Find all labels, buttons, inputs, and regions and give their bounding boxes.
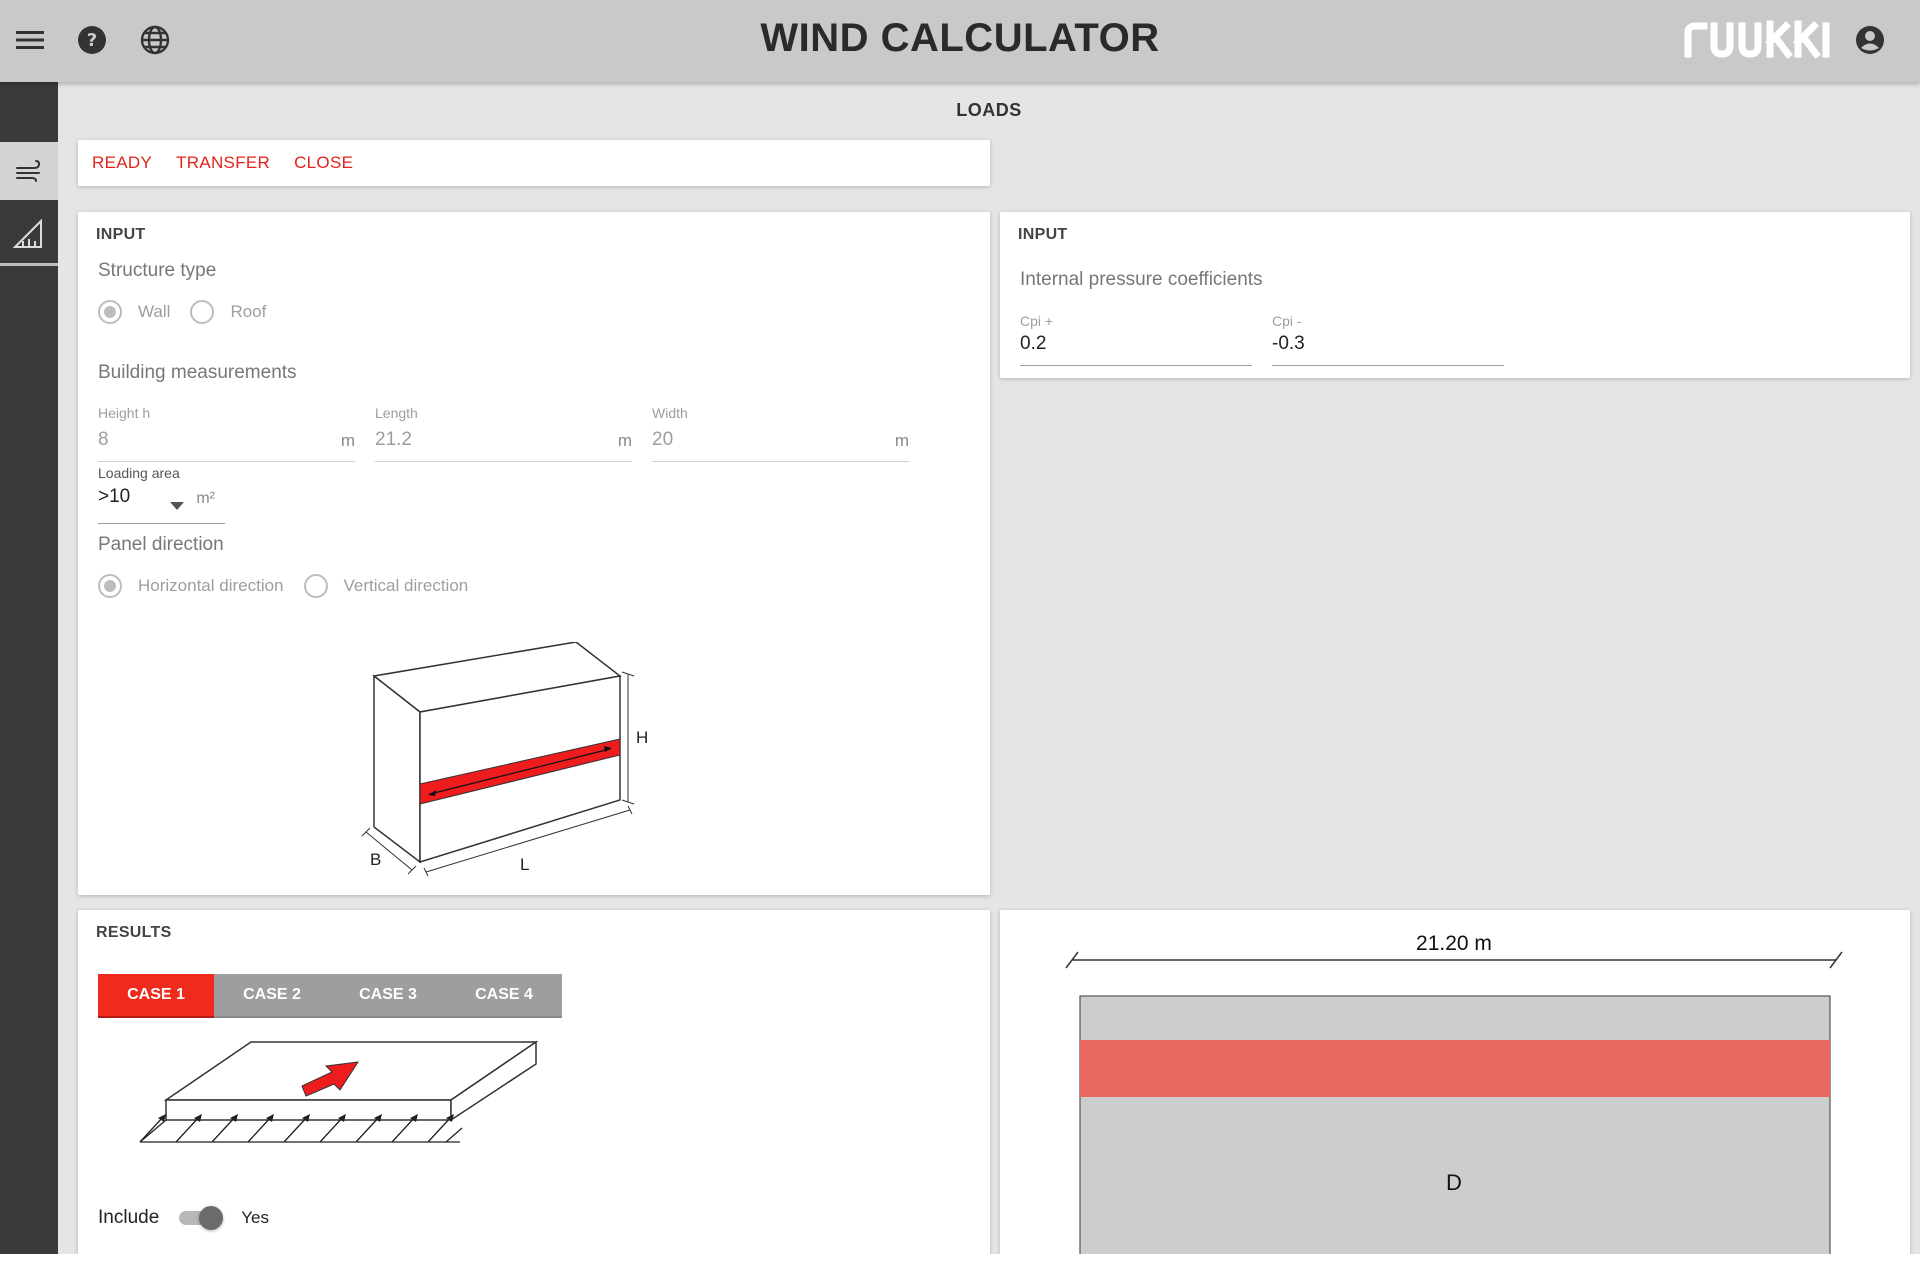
input-card-right: INPUT Internal pressure coefficients Cpi… bbox=[1000, 212, 1910, 378]
cpi-minus-value: -0.3 bbox=[1272, 333, 1305, 354]
zone-rect bbox=[1079, 995, 1831, 1254]
loading-area-value: >10 bbox=[98, 486, 131, 507]
sidebar-item-measure[interactable] bbox=[0, 205, 58, 263]
height-value: 8 bbox=[98, 429, 109, 450]
building-measurements-label: Building measurements bbox=[98, 362, 297, 383]
height-unit: m bbox=[340, 431, 355, 450]
length-field[interactable]: Length 21.2 m bbox=[375, 405, 632, 463]
case-tabs: CASE 1 CASE 2 CASE 3 CASE 4 bbox=[98, 974, 562, 1018]
length-label: Length bbox=[375, 405, 418, 421]
close-button[interactable]: CLOSE bbox=[294, 153, 353, 173]
ready-button[interactable]: READY bbox=[92, 153, 152, 173]
panel-direction-group: Horizontal direction Vertical direction bbox=[98, 574, 488, 598]
tab-case-4[interactable]: CASE 4 bbox=[446, 974, 562, 1018]
internal-pressure-label: Internal pressure coefficients bbox=[1020, 269, 1263, 290]
length-value: 21.2 bbox=[375, 429, 412, 450]
include-label: Include bbox=[98, 1207, 160, 1228]
height-field[interactable]: Height h 8 m bbox=[98, 405, 355, 463]
include-toggle-row: Include Yes bbox=[98, 1206, 269, 1230]
cpi-plus-field[interactable]: Cpi + 0.2 bbox=[1020, 313, 1252, 371]
app-title: WIND CALCULATOR bbox=[760, 16, 1160, 60]
structure-type-group: Wall Roof bbox=[98, 300, 286, 324]
width-label: Width bbox=[652, 405, 688, 421]
vertical-label: Vertical direction bbox=[343, 576, 469, 595]
wall-label: Wall bbox=[138, 302, 171, 321]
section-title: LOADS bbox=[956, 100, 1022, 120]
panel-direction-label: Panel direction bbox=[98, 534, 224, 555]
cpi-plus-value: 0.2 bbox=[1020, 333, 1047, 354]
wall-radio[interactable] bbox=[98, 300, 122, 324]
tab-case-1[interactable]: CASE 1 bbox=[98, 974, 214, 1018]
transfer-button[interactable]: TRANSFER bbox=[176, 153, 270, 173]
b-label: B bbox=[370, 850, 381, 869]
horizontal-radio[interactable] bbox=[98, 574, 122, 598]
loading-area-unit: m² bbox=[196, 490, 215, 507]
width-unit: m bbox=[894, 431, 909, 450]
chevron-down-icon[interactable] bbox=[170, 497, 184, 515]
building-diagram: H B L bbox=[361, 642, 648, 877]
loading-area-select[interactable]: Loading area >10 m² bbox=[98, 465, 225, 525]
vertical-radio[interactable] bbox=[303, 574, 328, 598]
cpi-plus-label: Cpi + bbox=[1020, 313, 1054, 329]
height-label: Height h bbox=[98, 405, 151, 421]
brand-logo bbox=[1682, 18, 1832, 71]
cpi-minus-label: Cpi - bbox=[1272, 313, 1302, 329]
sidebar-divider bbox=[0, 263, 58, 266]
include-toggle[interactable] bbox=[179, 1206, 224, 1230]
zone-d-label: D bbox=[1446, 1170, 1462, 1195]
width-value: 20 bbox=[652, 429, 674, 450]
main-content: LOADS READY TRANSFER CLOSE INPUT Structu… bbox=[58, 82, 1920, 1254]
zone-view-card: 21.20 m D bbox=[1000, 910, 1910, 1254]
horizontal-label: Horizontal direction bbox=[138, 576, 284, 595]
account-icon[interactable] bbox=[1852, 22, 1888, 58]
l-label: L bbox=[520, 855, 529, 874]
tab-case-2[interactable]: CASE 2 bbox=[214, 974, 330, 1018]
width-field[interactable]: Width 20 m bbox=[652, 405, 909, 463]
results-title: RESULTS bbox=[96, 924, 172, 941]
loading-area-label: Loading area bbox=[98, 465, 180, 481]
panel-band-rect bbox=[1080, 1040, 1830, 1097]
cpi-minus-field[interactable]: Cpi - -0.3 bbox=[1272, 313, 1504, 371]
zone-diagram: 21.20 m D bbox=[1065, 932, 1843, 1254]
action-bar: READY TRANSFER CLOSE bbox=[78, 140, 990, 186]
structure-type-label: Structure type bbox=[98, 260, 217, 281]
sidebar-item-wind[interactable] bbox=[0, 142, 58, 200]
card-title: INPUT bbox=[1018, 226, 1068, 243]
sidebar bbox=[0, 82, 58, 1254]
h-label: H bbox=[636, 728, 648, 747]
results-card: RESULTS CASE 1 CASE 2 CASE 3 CASE 4 Incl… bbox=[78, 910, 990, 1254]
input-card-left: INPUT Structure type Wall Roof Building … bbox=[78, 212, 990, 895]
include-value: Yes bbox=[241, 1208, 270, 1227]
wind-case-diagram bbox=[139, 1040, 539, 1143]
app-header: ? WIND CALCULATOR bbox=[0, 0, 1920, 82]
roof-label: Roof bbox=[230, 302, 267, 321]
dimension-label: 21.20 m bbox=[1416, 932, 1492, 955]
tab-case-3[interactable]: CASE 3 bbox=[330, 974, 446, 1018]
length-unit: m bbox=[617, 431, 632, 450]
card-title: INPUT bbox=[96, 226, 146, 243]
roof-radio[interactable] bbox=[190, 300, 215, 324]
